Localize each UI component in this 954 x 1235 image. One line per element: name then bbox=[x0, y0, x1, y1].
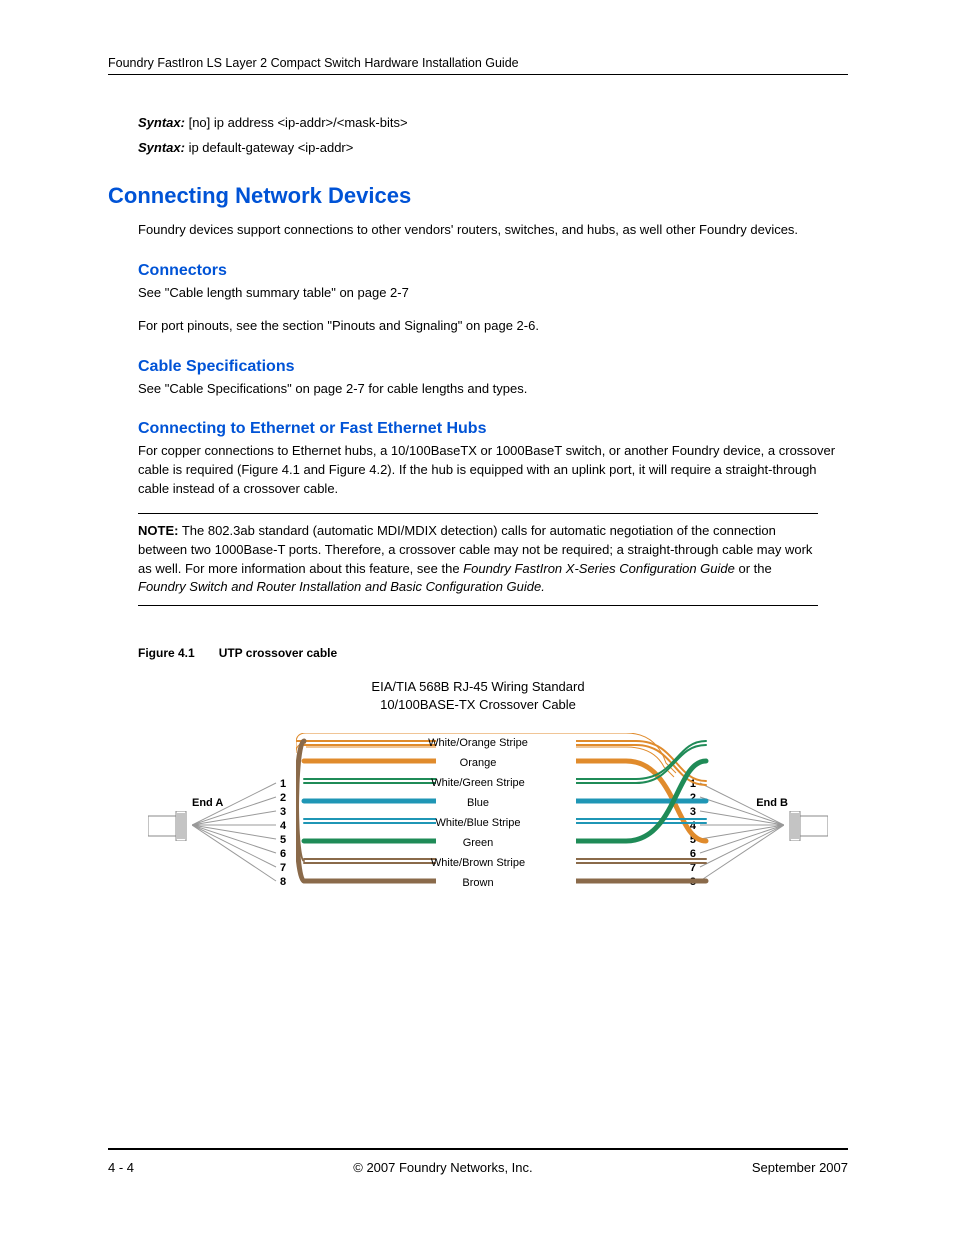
wire-labels: White/Orange Stripe Orange White/Green S… bbox=[138, 733, 818, 893]
heading-main: Connecting Network Devices bbox=[108, 183, 848, 209]
running-header: Foundry FastIron LS Layer 2 Compact Swit… bbox=[108, 56, 848, 74]
note-label: NOTE: bbox=[138, 523, 178, 538]
note-rule-bottom bbox=[138, 605, 818, 606]
syntax-label: Syntax: bbox=[138, 115, 185, 130]
syntax-line-2: Syntax: ip default-gateway <ip-addr> bbox=[138, 140, 848, 155]
footer-copyright: © 2007 Foundry Networks, Inc. bbox=[353, 1160, 532, 1175]
cable-spec-p1: See "Cable Specifications" on page 2-7 f… bbox=[138, 380, 848, 399]
note-block: NOTE: The 802.3ab standard (automatic MD… bbox=[138, 513, 818, 606]
connectors-p2: For port pinouts, see the section "Pinou… bbox=[138, 317, 848, 336]
footer-rule bbox=[108, 1148, 848, 1150]
intro-paragraph: Foundry devices support connections to o… bbox=[138, 221, 848, 240]
syntax-text-1: [no] ip address <ip-addr>/<mask-bits> bbox=[185, 115, 408, 130]
ethernet-hubs-p1: For copper connections to Ethernet hubs,… bbox=[138, 442, 848, 499]
header-rule bbox=[108, 74, 848, 75]
connectors-p1: See "Cable length summary table" on page… bbox=[138, 284, 848, 303]
heading-ethernet-hubs: Connecting to Ethernet or Fast Ethernet … bbox=[138, 420, 848, 438]
syntax-label: Syntax: bbox=[138, 140, 185, 155]
figure-number: Figure 4.1 bbox=[138, 646, 195, 660]
note-text-b: or the bbox=[735, 561, 772, 576]
footer-date: September 2007 bbox=[752, 1160, 848, 1175]
page-footer: 4 - 4 © 2007 Foundry Networks, Inc. Sept… bbox=[108, 1148, 848, 1175]
syntax-line-1: Syntax: [no] ip address <ip-addr>/<mask-… bbox=[138, 115, 848, 130]
figure-title: UTP crossover cable bbox=[219, 646, 338, 660]
note-ref-2: Foundry Switch and Router Installation a… bbox=[138, 579, 545, 594]
figure-caption: Figure 4.1 UTP crossover cable bbox=[138, 646, 848, 660]
heading-connectors: Connectors bbox=[138, 262, 848, 280]
syntax-text-2: ip default-gateway <ip-addr> bbox=[185, 140, 353, 155]
figure-diagram: EIA/TIA 568B RJ-45 Wiring Standard 10/10… bbox=[138, 678, 818, 942]
heading-cable-spec: Cable Specifications bbox=[138, 358, 848, 376]
diagram-title: EIA/TIA 568B RJ-45 Wiring Standard 10/10… bbox=[138, 678, 818, 714]
note-ref-1: Foundry FastIron X-Series Configuration … bbox=[463, 561, 735, 576]
note-body: NOTE: The 802.3ab standard (automatic MD… bbox=[138, 514, 818, 605]
footer-page-number: 4 - 4 bbox=[108, 1160, 134, 1175]
